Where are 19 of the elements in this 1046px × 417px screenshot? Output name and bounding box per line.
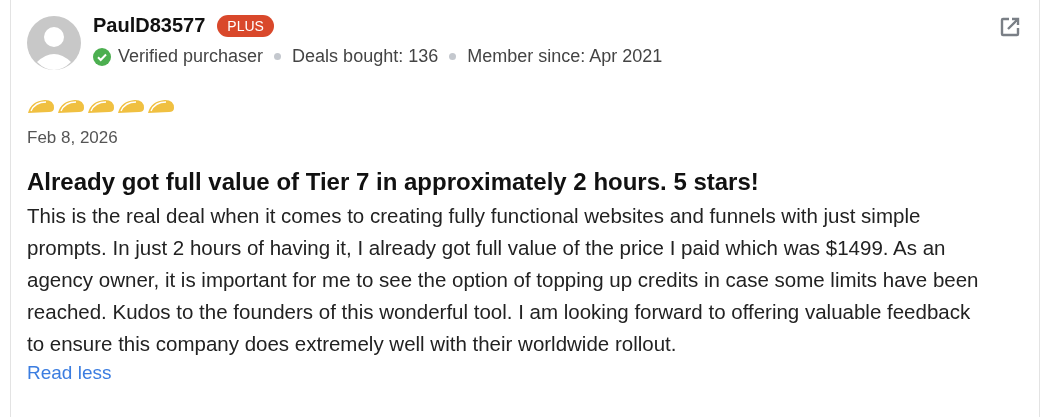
review-text: This is the real deal when it comes to creating fully functional websites and funnels with just simple prompts. In just 2 hours of having it, I already got full value of the price I paid which was $1499. As an agency owner, it is important for me to see the option of topping up credits in case some limits have been reached. Kudos to the founders of this wonderful tool. I am looking forward to offering valuable feedback to ensure this company does extremely well with their worldwide rollout. — [27, 203, 980, 357]
taco-icon — [87, 98, 115, 114]
external-link-icon[interactable] — [999, 16, 1021, 38]
review-title: Already got full value of Tier 7 in approximately 2 hours. 5 stars! — [27, 168, 760, 196]
separator-dot — [274, 53, 282, 60]
plus-badge: PLUS — [217, 14, 274, 37]
taco-icon — [57, 98, 85, 114]
taco-icon — [147, 98, 175, 114]
separator-dot — [449, 53, 457, 60]
review-date: Feb 8, 2026 — [27, 128, 119, 148]
deals-count: Deals bought: 136 — [292, 46, 439, 67]
taco-icon — [27, 98, 55, 114]
member-since: Member since: Apr 2021 — [467, 46, 663, 67]
check-icon — [93, 47, 111, 66]
username[interactable]: PaulD83577 — [93, 14, 206, 37]
verified-label: Verified purchaser — [118, 46, 264, 67]
avatar-icon — [27, 16, 81, 70]
taco-icon — [117, 98, 145, 114]
read-less-link[interactable]: Read less — [27, 362, 112, 384]
